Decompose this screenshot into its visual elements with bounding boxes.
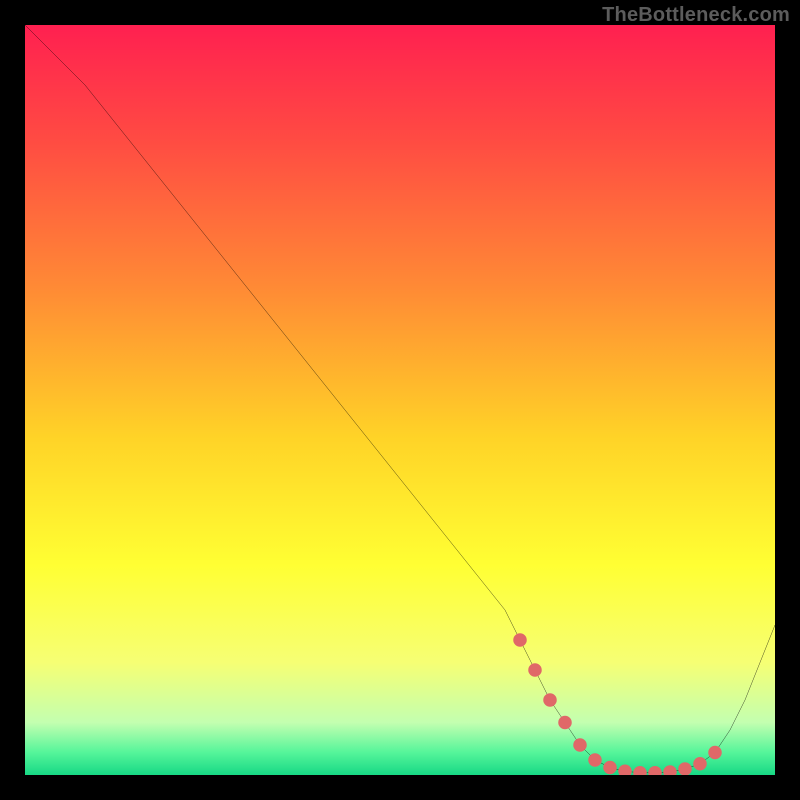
background-gradient [25,25,775,775]
attribution-label: TheBottleneck.com [602,4,790,27]
chart-frame: TheBottleneck.com [0,0,800,800]
plot-area [25,25,775,775]
